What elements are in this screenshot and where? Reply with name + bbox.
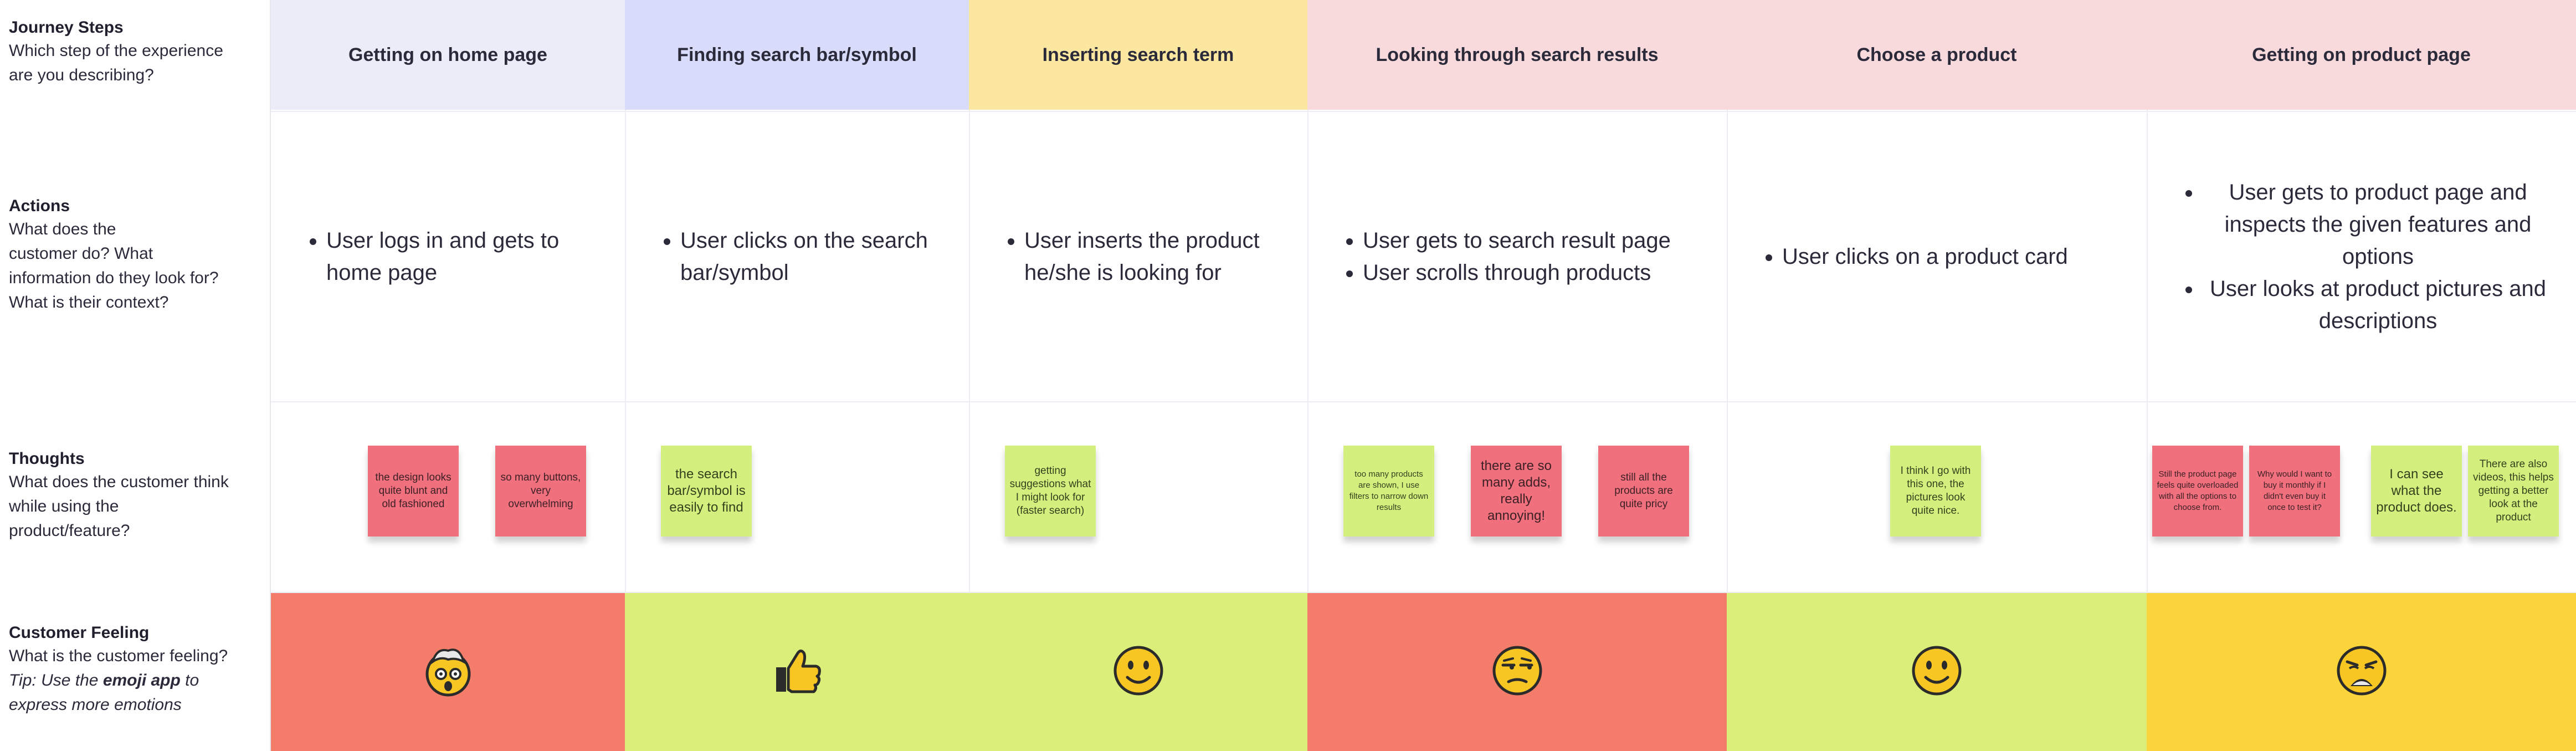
feeling-cell[interactable] (2147, 593, 2576, 751)
row-description: product/feature? (9, 522, 130, 540)
row-description: Which step of the experience (9, 42, 223, 60)
step-title: Inserting search term (1042, 44, 1234, 65)
row-description: What is their context? (9, 293, 169, 311)
row-description: while using the (9, 497, 119, 515)
slightly-smiling-face-icon (1909, 643, 1964, 701)
feeling-cell[interactable] (1307, 593, 1727, 751)
step-header[interactable]: Getting on home page (271, 0, 625, 110)
feeling-cell[interactable] (1727, 593, 2147, 751)
feeling-tip: Tip: Use the emoji app to (9, 668, 261, 693)
feeling-cell[interactable] (625, 593, 969, 751)
thoughts-cell: the design looks quite blunt and old fas… (271, 401, 625, 593)
row-description: customer do? What (9, 244, 153, 263)
step-title: Getting on product page (2252, 44, 2471, 65)
sticky-note[interactable]: Why would I want to buy it monthly if I … (2249, 446, 2340, 537)
slightly-smiling-face-icon (1111, 643, 1166, 701)
feeling-cell[interactable] (969, 593, 1307, 751)
sticky-note[interactable]: getting suggestions what I might look fo… (1005, 446, 1096, 537)
action-item: User clicks on the search bar/symbol (680, 224, 947, 289)
journey-step-column: Choose a product User clicks on a product… (1727, 0, 2148, 751)
row-description: are you describing? (9, 66, 154, 84)
actions-list: User clicks on a product card (1727, 241, 2090, 273)
actions-list: User clicks on the search bar/symbol (625, 224, 969, 289)
step-header[interactable]: Looking through search results (1307, 0, 1727, 110)
action-item: User logs in and gets to home page (326, 224, 603, 289)
tip-mid: to (180, 671, 199, 689)
actions-cell[interactable]: User gets to product page and inspects t… (2147, 111, 2576, 402)
sticky-note[interactable]: I can see what the product does. (2371, 446, 2462, 537)
sticky-note[interactable]: There are also videos, this helps gettin… (2468, 446, 2559, 537)
journey-steps-label: Journey Steps Which step of the experien… (9, 17, 261, 88)
actions-cell[interactable]: User clicks on a product card (1727, 111, 2147, 402)
step-header[interactable]: Getting on product page (2147, 0, 2576, 110)
tip-prefix: Tip: Use the (9, 671, 103, 689)
action-item: User gets to product page and inspects t… (2202, 176, 2554, 273)
step-header[interactable]: Inserting search term (969, 0, 1307, 110)
feeling-tip-line2: express more emotions (9, 696, 182, 714)
unamused-face-icon (1490, 643, 1545, 701)
row-labels-column: Journey Steps Which step of the experien… (0, 0, 271, 751)
journey-step-column: Getting on home page User logs in and get… (271, 0, 626, 751)
action-item: User scrolls through products (1363, 257, 1671, 289)
row-description: information do they look for? (9, 269, 219, 287)
sticky-note[interactable]: there are so many adds, really annoying! (1471, 446, 1562, 537)
row-description: What does the customer think (9, 473, 229, 491)
action-item: User clicks on a product card (1782, 241, 2068, 273)
thoughts-cell: Still the product page feels quite overl… (2147, 401, 2576, 593)
row-title: Thoughts (9, 449, 85, 468)
sticky-note[interactable]: too many products are shown, I use filte… (1343, 446, 1434, 537)
thumbs-up-icon (769, 643, 825, 701)
actions-list: User gets to product page and inspects t… (2147, 176, 2576, 337)
row-description: What is the customer feeling? (9, 647, 228, 665)
actions-list: User gets to search result pageUser scro… (1307, 224, 1693, 289)
face-with-exploding-head-icon (420, 643, 476, 701)
step-header[interactable]: Finding search bar/symbol (625, 0, 969, 110)
thoughts-cell: too many products are shown, I use filte… (1307, 401, 1727, 593)
thoughts-label: Thoughts What does the customer think wh… (9, 448, 261, 543)
thoughts-cell: I think I go with this one, the pictures… (1727, 401, 2147, 593)
action-item: User looks at product pictures and descr… (2202, 273, 2554, 337)
actions-cell[interactable]: User logs in and gets to home page (271, 111, 625, 402)
actions-list: User inserts the product he/she is looki… (969, 224, 1307, 289)
step-title: Choose a product (1856, 44, 2017, 65)
thoughts-cell: getting suggestions what I might look fo… (969, 401, 1307, 593)
step-title: Looking through search results (1376, 44, 1659, 65)
actions-list: User logs in and gets to home page (271, 224, 625, 289)
journey-step-column: Inserting search term User inserts the pr… (969, 0, 1308, 751)
row-title: Journey Steps (9, 18, 124, 37)
journey-step-column: Looking through search results User gets … (1307, 0, 1728, 751)
journey-step-column: Finding search bar/symbol User clicks on … (625, 0, 970, 751)
row-title: Actions (9, 197, 70, 215)
sticky-note[interactable]: so many buttons, very overwhelming (495, 446, 586, 537)
actions-cell[interactable]: User inserts the product he/she is looki… (969, 111, 1307, 402)
sticky-note[interactable]: the search bar/symbol is easily to find (661, 446, 752, 537)
feeling-cell[interactable] (271, 593, 625, 751)
actions-cell[interactable]: User gets to search result pageUser scro… (1307, 111, 1727, 402)
sticky-note[interactable]: the design looks quite blunt and old fas… (368, 446, 459, 537)
action-item: User inserts the product he/she is looki… (1024, 224, 1285, 289)
sticky-note[interactable]: I think I go with this one, the pictures… (1890, 446, 1981, 537)
step-title: Getting on home page (348, 44, 547, 65)
row-title: Customer Feeling (9, 624, 150, 642)
action-item: User gets to search result page (1363, 224, 1671, 257)
thoughts-cell: the search bar/symbol is easily to find (625, 401, 969, 593)
weary-face-icon (2334, 643, 2389, 701)
sticky-note[interactable]: still all the products are quite pricy (1598, 446, 1689, 537)
step-title: Finding search bar/symbol (677, 44, 917, 65)
journey-step-column: Getting on product page User gets to prod… (2147, 0, 2576, 751)
sticky-note[interactable]: Still the product page feels quite overl… (2152, 446, 2243, 537)
row-description: What does the (9, 220, 116, 238)
actions-label: Actions What does the customer do? What … (9, 195, 261, 315)
step-header[interactable]: Choose a product (1727, 0, 2147, 110)
journey-map-board: Journey Steps Which step of the experien… (0, 0, 2576, 751)
customer-feeling-label: Customer Feeling What is the customer fe… (9, 622, 261, 717)
tip-emoji-app: emoji app (102, 671, 181, 689)
actions-cell[interactable]: User clicks on the search bar/symbol (625, 111, 969, 402)
